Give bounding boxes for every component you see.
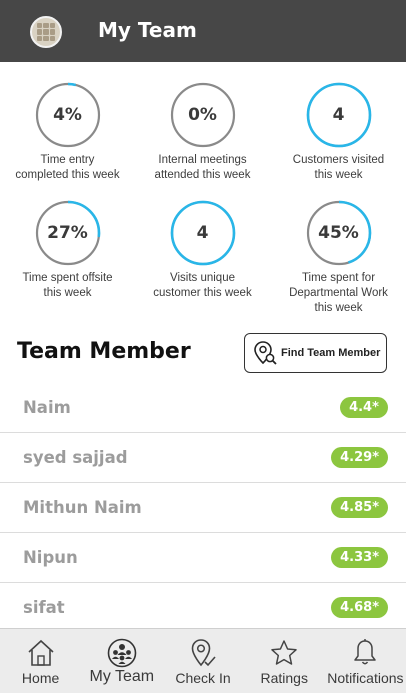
- member-name: Mithun Naim: [23, 498, 142, 517]
- rating-badge: 4.68*: [331, 597, 388, 618]
- member-name: sifat: [23, 598, 65, 617]
- nav-my-team-label: My Team: [89, 668, 155, 685]
- rating-badge: 4.4*: [340, 397, 388, 418]
- stat-internal-meetings: 0% Internal meetings attended this week: [135, 82, 270, 183]
- team-member-list: Naim 4.4* syed sajjad 4.29* Mithun Naim …: [0, 383, 406, 633]
- stat-value: 0%: [188, 105, 217, 125]
- star-icon: [271, 640, 297, 665]
- list-item[interactable]: Nipun 4.33*: [0, 533, 406, 583]
- team-icon: [107, 638, 137, 668]
- stat-label: Internal meetings attended this week: [154, 154, 251, 181]
- nav-my-team[interactable]: My Team: [81, 629, 162, 693]
- bottom-navigation: Home My Team Check In Ratings Notificati…: [0, 628, 406, 693]
- progress-ring: 45%: [306, 200, 372, 266]
- nav-notifications[interactable]: Notifications: [325, 629, 406, 693]
- app-header: My Team: [0, 0, 406, 62]
- nav-home[interactable]: Home: [0, 629, 81, 693]
- member-name: syed sajjad: [23, 448, 128, 467]
- stat-value: 27%: [47, 223, 88, 243]
- stat-unique-visits: 4 Visits unique customer this week: [135, 200, 270, 301]
- find-team-member-button[interactable]: Find Team Member: [244, 333, 387, 373]
- progress-ring: 27%: [35, 200, 101, 266]
- nav-notifications-label: Notifications: [327, 670, 404, 686]
- find-button-label: Find Team Member: [281, 347, 381, 359]
- stat-departmental-work: 45% Time spent for Departmental Work this …: [271, 200, 406, 316]
- nav-check-in-label: Check In: [175, 670, 231, 686]
- stat-time-offsite: 27% Time spent offsite this week: [0, 200, 135, 301]
- stat-value: 4%: [53, 105, 82, 125]
- stat-label: Visits unique customer this week: [153, 272, 252, 299]
- progress-ring: 4: [170, 200, 236, 266]
- stat-value: 4: [332, 105, 345, 125]
- list-item[interactable]: sifat 4.68*: [0, 583, 406, 633]
- nav-ratings-label: Ratings: [260, 670, 308, 686]
- progress-ring: 4: [306, 82, 372, 148]
- list-item[interactable]: Naim 4.4*: [0, 383, 406, 433]
- list-item[interactable]: syed sajjad 4.29*: [0, 433, 406, 483]
- home-icon: [28, 639, 54, 666]
- avatar[interactable]: [30, 16, 62, 48]
- list-item[interactable]: Mithun Naim 4.85*: [0, 483, 406, 533]
- page-title: My Team: [98, 18, 197, 42]
- progress-ring: 0%: [170, 82, 236, 148]
- stat-time-entry: 4% Time entry completed this week: [0, 82, 135, 183]
- team-member-heading: Team Member: [17, 339, 191, 364]
- rating-badge: 4.85*: [331, 497, 388, 518]
- stat-value: 4: [196, 223, 209, 243]
- stat-label: Time entry completed this week: [15, 154, 120, 181]
- progress-ring: 4%: [35, 82, 101, 148]
- stat-label: Time spent offsite this week: [22, 272, 113, 299]
- bell-icon: [354, 639, 377, 665]
- nav-home-label: Home: [21, 670, 60, 686]
- location-icon: [191, 639, 216, 667]
- stat-label: Customers visited this week: [292, 154, 385, 181]
- location-search-icon: [254, 341, 277, 365]
- stat-value: 45%: [318, 223, 359, 243]
- rating-badge: 4.29*: [331, 447, 388, 468]
- member-name: Nipun: [23, 548, 78, 567]
- stat-label: Time spent for Departmental Work this week: [289, 272, 388, 314]
- rating-badge: 4.33*: [331, 547, 388, 568]
- member-name: Naim: [23, 398, 71, 417]
- nav-check-in[interactable]: Check In: [162, 629, 243, 693]
- nav-ratings[interactable]: Ratings: [244, 629, 325, 693]
- stat-customers-visited: 4 Customers visited this week: [271, 82, 406, 183]
